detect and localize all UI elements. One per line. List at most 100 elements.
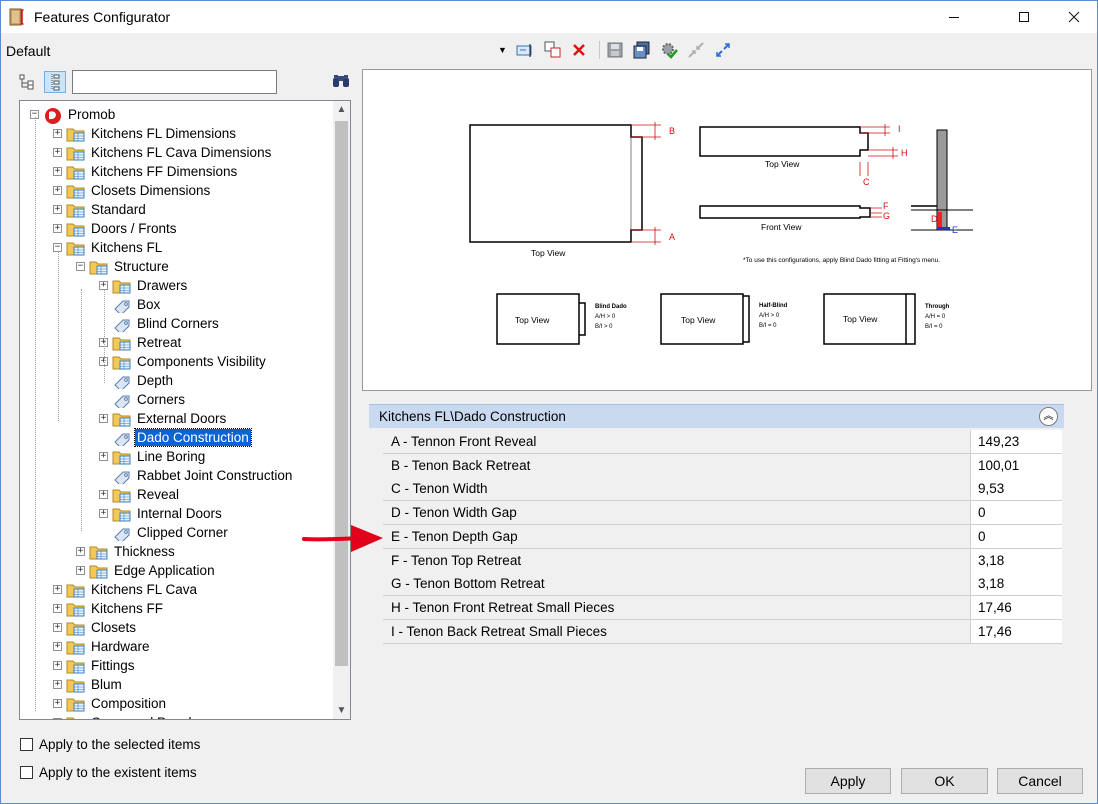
tree-node[interactable]: + Kitchens FL Cava Dimensions bbox=[53, 143, 273, 162]
expand-node-icon[interactable]: + bbox=[53, 205, 62, 214]
expand-node-icon[interactable]: + bbox=[53, 680, 62, 689]
expand-node-icon[interactable]: + bbox=[53, 167, 62, 176]
tree-node[interactable]: + Standard bbox=[53, 200, 148, 219]
tree-node[interactable]: + Kitchens FL Cava bbox=[53, 580, 199, 599]
tree-node[interactable]: + Edge Application bbox=[76, 561, 217, 580]
tree-node[interactable]: Dado Construction bbox=[99, 428, 252, 449]
expand-node-icon[interactable]: + bbox=[53, 718, 62, 719]
scroll-down-icon[interactable]: ▼ bbox=[333, 702, 350, 719]
property-group-header[interactable]: Kitchens FL\Dado Construction ︽ bbox=[369, 404, 1064, 428]
tree-node[interactable]: + Line Boring bbox=[99, 447, 207, 466]
profile-select[interactable]: Default bbox=[6, 43, 50, 59]
tree-node[interactable]: − Promob bbox=[30, 105, 117, 124]
expand-node-icon[interactable]: + bbox=[53, 699, 62, 708]
tree-node[interactable]: + Drawers bbox=[99, 276, 189, 295]
minimize-button[interactable] bbox=[931, 1, 977, 33]
property-value-input[interactable]: 0 bbox=[972, 501, 1062, 525]
features-tree[interactable]: − Promob + Kitchens FL Dimensions + Kitchens … bbox=[19, 100, 351, 720]
tree-node[interactable]: + Composition bbox=[53, 694, 168, 713]
property-row[interactable]: G - Tenon Bottom Retreat 3,18 bbox=[383, 572, 1062, 597]
expand-node-icon[interactable]: + bbox=[76, 566, 85, 575]
property-row[interactable]: A - Tennon Front Reveal 149,23 bbox=[383, 430, 1062, 454]
expand-node-icon[interactable]: + bbox=[53, 224, 62, 233]
property-value-input[interactable]: 149,23 bbox=[972, 430, 1062, 453]
tree-scrollbar[interactable]: ▲ ▼ bbox=[333, 101, 350, 719]
property-value-input[interactable]: 0 bbox=[972, 524, 1062, 548]
tree-view-button[interactable] bbox=[16, 71, 38, 93]
tree-node[interactable]: + Hardware bbox=[53, 637, 152, 656]
property-row[interactable]: H - Tenon Front Retreat Small Pieces 17,4… bbox=[383, 595, 1062, 620]
expand-node-icon[interactable]: + bbox=[76, 547, 85, 556]
expand-node-icon[interactable]: + bbox=[99, 490, 108, 499]
expand-node-icon[interactable]: + bbox=[53, 129, 62, 138]
apply-existent-checkbox[interactable]: Apply to the existent items bbox=[20, 765, 197, 780]
expand-arrows-button[interactable] bbox=[712, 39, 734, 61]
property-row[interactable]: I - Tenon Back Retreat Small Pieces 17,46 bbox=[383, 619, 1062, 644]
property-value-input[interactable]: 17,46 bbox=[972, 595, 1062, 619]
expand-node-icon[interactable]: + bbox=[99, 414, 108, 423]
property-value-input[interactable]: 3,18 bbox=[972, 548, 1062, 572]
property-row[interactable]: C - Tenon Width 9,53 bbox=[383, 477, 1062, 502]
property-row[interactable]: F - Tenon Top Retreat 3,18 bbox=[383, 548, 1062, 573]
chevron-down-icon[interactable]: ▼ bbox=[498, 45, 507, 55]
apply-button[interactable]: Apply bbox=[805, 768, 891, 794]
checkbox-box[interactable] bbox=[20, 738, 33, 751]
tree-node[interactable]: + Doors / Fronts bbox=[53, 219, 179, 238]
tree-node[interactable]: + Kitchens FL Dimensions bbox=[53, 124, 238, 143]
maximize-button[interactable] bbox=[1001, 1, 1047, 33]
collapse-arrows-button[interactable] bbox=[685, 39, 707, 61]
tree-node[interactable]: − Kitchens FL bbox=[53, 238, 164, 257]
tree-node[interactable]: Corners bbox=[99, 390, 187, 411]
property-row[interactable]: E - Tenon Depth Gap 0 bbox=[383, 524, 1062, 549]
save-button[interactable] bbox=[604, 39, 626, 61]
expand-node-icon[interactable]: + bbox=[53, 623, 62, 632]
tree-node[interactable]: + Reveal bbox=[99, 485, 181, 504]
tree-node[interactable]: + Components Visibility bbox=[99, 352, 268, 371]
collapse-node-icon[interactable]: − bbox=[76, 262, 85, 271]
list-view-button[interactable] bbox=[44, 71, 66, 93]
tree-node[interactable]: + Fittings bbox=[53, 656, 137, 675]
tree-node[interactable]: − Structure bbox=[76, 257, 171, 276]
tree-node[interactable]: + Kitchens FF Dimensions bbox=[53, 162, 239, 181]
delete-button[interactable] bbox=[568, 39, 590, 61]
cancel-button[interactable]: Cancel bbox=[997, 768, 1083, 794]
expand-node-icon[interactable]: + bbox=[53, 186, 62, 195]
expand-node-icon[interactable]: + bbox=[99, 509, 108, 518]
close-button[interactable] bbox=[1051, 1, 1097, 33]
scroll-up-icon[interactable]: ▲ bbox=[333, 101, 350, 118]
expand-node-icon[interactable]: + bbox=[53, 148, 62, 157]
property-row[interactable]: D - Tenon Width Gap 0 bbox=[383, 501, 1062, 526]
tree-search-input[interactable] bbox=[72, 70, 277, 94]
tree-node[interactable]: + Internal Doors bbox=[99, 504, 224, 523]
apply-selected-checkbox[interactable]: Apply to the selected items bbox=[20, 737, 200, 752]
collapse-icon[interactable]: ︽ bbox=[1039, 407, 1058, 426]
tree-node[interactable]: + External Doors bbox=[99, 409, 228, 428]
tree-node[interactable]: + Kitchens FF bbox=[53, 599, 165, 618]
tree-node[interactable]: Rabbet Joint Construction bbox=[99, 466, 294, 487]
binoculars-search-icon[interactable] bbox=[332, 73, 350, 89]
tree-node[interactable]: + Closets bbox=[53, 618, 138, 637]
expand-node-icon[interactable]: + bbox=[53, 585, 62, 594]
tree-node[interactable]: Depth bbox=[99, 371, 175, 392]
expand-node-icon[interactable]: + bbox=[53, 604, 62, 613]
settings-check-button[interactable] bbox=[658, 39, 680, 61]
tree-node[interactable]: + Blum bbox=[53, 675, 124, 694]
tree-node[interactable]: + Thickness bbox=[76, 542, 177, 561]
expand-node-icon[interactable]: + bbox=[53, 661, 62, 670]
tree-node[interactable]: + Command Panel bbox=[53, 713, 194, 719]
property-row[interactable]: B - Tenon Back Retreat 100,01 bbox=[383, 453, 1062, 478]
rename-button[interactable] bbox=[514, 39, 536, 61]
expand-node-icon[interactable]: + bbox=[53, 642, 62, 651]
ok-button[interactable]: OK bbox=[901, 768, 988, 794]
tree-node[interactable]: Blind Corners bbox=[99, 314, 221, 335]
tree-node[interactable]: + Retreat bbox=[99, 333, 183, 352]
scrollbar-thumb[interactable] bbox=[335, 121, 348, 666]
duplicate-button[interactable] bbox=[542, 39, 564, 61]
tree-node[interactable]: + Closets Dimensions bbox=[53, 181, 212, 200]
property-value-input[interactable]: 100,01 bbox=[972, 453, 1062, 477]
property-value-input[interactable]: 3,18 bbox=[972, 572, 1062, 596]
tree-node[interactable]: Box bbox=[99, 295, 162, 316]
save-all-button[interactable] bbox=[631, 39, 653, 61]
property-value-input[interactable]: 17,46 bbox=[972, 619, 1062, 643]
checkbox-box[interactable] bbox=[20, 766, 33, 779]
